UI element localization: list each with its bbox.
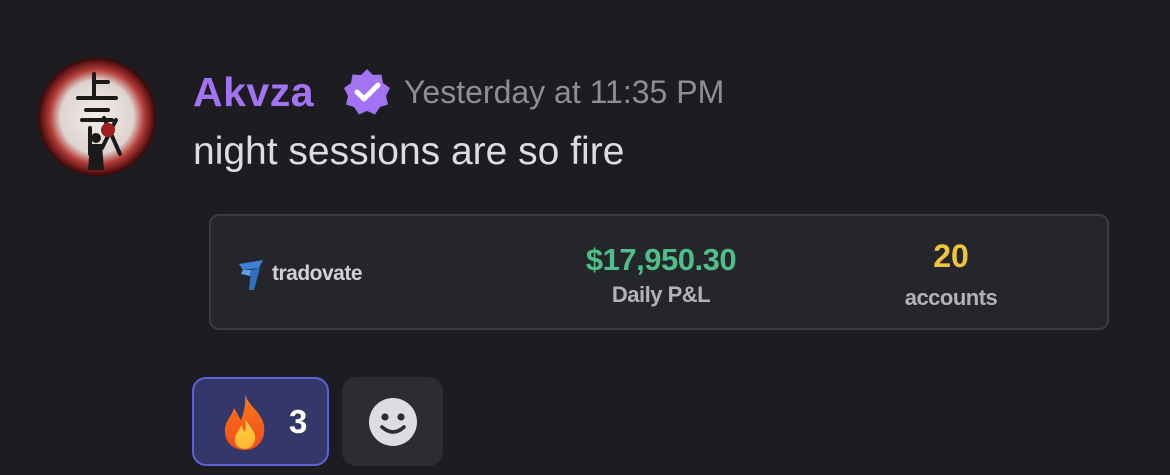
- smile-face-icon: [368, 397, 417, 446]
- chat-message: Akvza Yesterday at 11:35 PM night sessio…: [0, 0, 1170, 475]
- pnl-label: Daily P&L: [611, 282, 711, 307]
- accounts-label: accounts: [904, 285, 998, 310]
- reaction-count: 3: [289, 402, 308, 440]
- message-header: Akvza Yesterday at 11:35 PM: [193, 64, 724, 120]
- tradovate-logo-icon: [239, 260, 263, 290]
- reactions-bar: 3: [192, 377, 443, 466]
- pnl-value: $17,950.30: [585, 242, 737, 277]
- accounts-value: 20: [933, 238, 969, 274]
- avatar[interactable]: [38, 58, 156, 176]
- brand-name: tradovate: [272, 262, 363, 285]
- accounts-stat: 20 accounts: [851, 238, 1051, 311]
- timestamp: Yesterday at 11:35 PM: [404, 73, 725, 110]
- avatar-image: [38, 58, 156, 176]
- pnl-stat: $17,950.30 Daily P&L: [561, 242, 761, 308]
- username[interactable]: Akvza: [193, 69, 314, 116]
- add-reaction-button[interactable]: [342, 377, 443, 466]
- reaction-fire[interactable]: 3: [192, 377, 329, 466]
- verified-badge-icon[interactable]: [342, 67, 392, 117]
- brand-logo: tradovate: [237, 256, 363, 292]
- pnl-embed-card: tradovate $17,950.30 Daily P&L 20 accoun…: [209, 214, 1109, 330]
- message-content: night sessions are so fire: [193, 130, 625, 173]
- fire-emoji-icon: [224, 393, 265, 450]
